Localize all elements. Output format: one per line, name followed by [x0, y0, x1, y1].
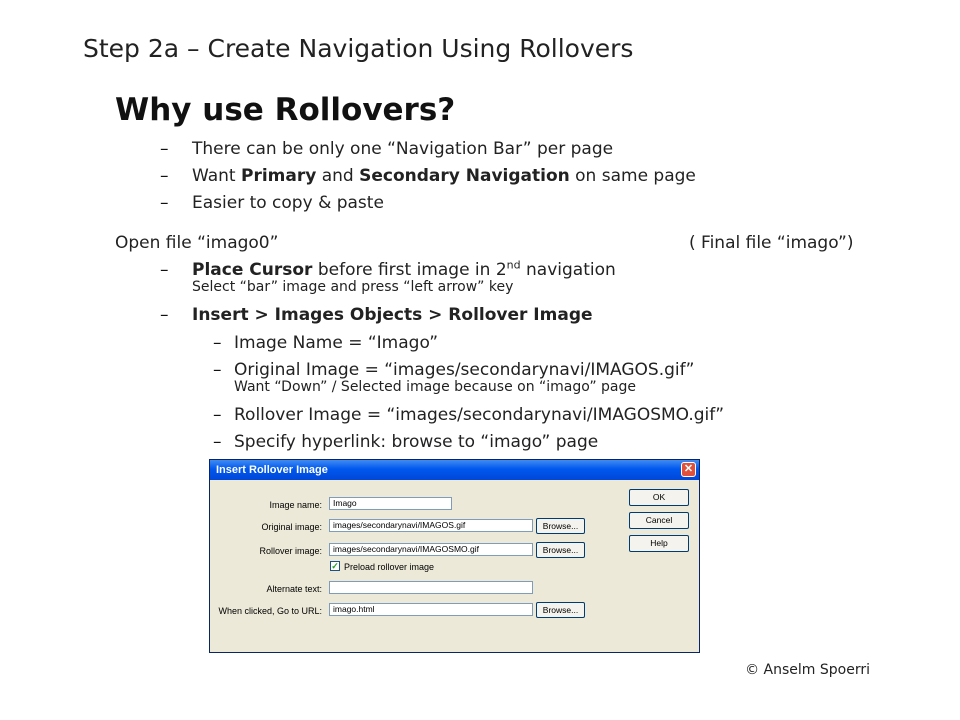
insert-rollover-image-dialog: Insert Rollover Image ✕ Image name: Imag…	[209, 459, 700, 653]
step-note: Select “bar” image and press “left arrow…	[192, 279, 514, 295]
dialog-title: Insert Rollover Image	[216, 464, 328, 476]
reason-item: There can be only one “Navigation Bar” p…	[192, 139, 614, 159]
browse-rollover-button[interactable]: Browse...	[536, 542, 585, 558]
rollover-image-label: Rollover image:	[259, 546, 322, 556]
alternate-text-label: Alternate text:	[266, 584, 322, 594]
image-name-field[interactable]: Imago	[329, 497, 452, 510]
preload-label: Preload rollover image	[344, 562, 435, 572]
goto-url-label: When clicked, Go to URL:	[218, 606, 322, 616]
bullet-dash: –	[160, 139, 169, 159]
ok-button[interactable]: OK	[629, 489, 689, 506]
copyright-footer: © Anselm Spoerri	[745, 662, 870, 678]
sub-original-note: Want “Down” / Selected image because on …	[234, 379, 637, 395]
sub-image-name: Image Name = “Imago”	[234, 333, 439, 353]
sub-original-image: Original Image = “images/secondarynavi/I…	[234, 360, 695, 380]
bullet-dash: –	[213, 432, 222, 452]
bullet-dash: –	[213, 360, 222, 380]
dialog-title-bar: Insert Rollover Image ✕	[210, 460, 699, 480]
bullet-dash: –	[160, 193, 169, 213]
bullet-dash: –	[160, 260, 169, 280]
rollover-image-field[interactable]: images/secondarynavi/IMAGOSMO.gif	[329, 543, 533, 556]
open-file-text: Open file “imago0”	[115, 233, 279, 253]
close-icon[interactable]: ✕	[681, 462, 696, 477]
image-name-label: Image name:	[269, 500, 322, 510]
reason-item: Want Primary and Secondary Navigation on…	[192, 166, 696, 186]
cancel-button[interactable]: Cancel	[629, 512, 689, 529]
section-heading: Why use Rollovers?	[115, 92, 456, 128]
original-image-label: Original image:	[261, 522, 322, 532]
step-place-cursor: Place Cursor before first image in 2nd n…	[192, 258, 616, 280]
goto-url-field[interactable]: imago.html	[329, 603, 533, 616]
browse-url-button[interactable]: Browse...	[536, 602, 585, 618]
sub-hyperlink: Specify hyperlink: browse to “imago” pag…	[234, 432, 599, 452]
original-image-field[interactable]: images/secondarynavi/IMAGOS.gif	[329, 519, 533, 532]
final-file-text: ( Final file “imago”)	[689, 233, 854, 253]
preload-checkbox[interactable]: ✓	[330, 561, 340, 571]
bullet-dash: –	[160, 166, 169, 186]
bullet-dash: –	[213, 405, 222, 425]
bullet-dash: –	[160, 305, 169, 325]
sub-rollover-image: Rollover Image = “images/secondarynavi/I…	[234, 405, 725, 425]
slide-title: Step 2a – Create Navigation Using Rollov…	[83, 34, 634, 63]
alternate-text-field[interactable]	[329, 581, 533, 594]
browse-original-button[interactable]: Browse...	[536, 518, 585, 534]
step-insert-menu-path: Insert > Images Objects > Rollover Image	[192, 305, 593, 325]
help-button[interactable]: Help	[629, 535, 689, 552]
reason-item: Easier to copy & paste	[192, 193, 384, 213]
bullet-dash: –	[213, 333, 222, 353]
